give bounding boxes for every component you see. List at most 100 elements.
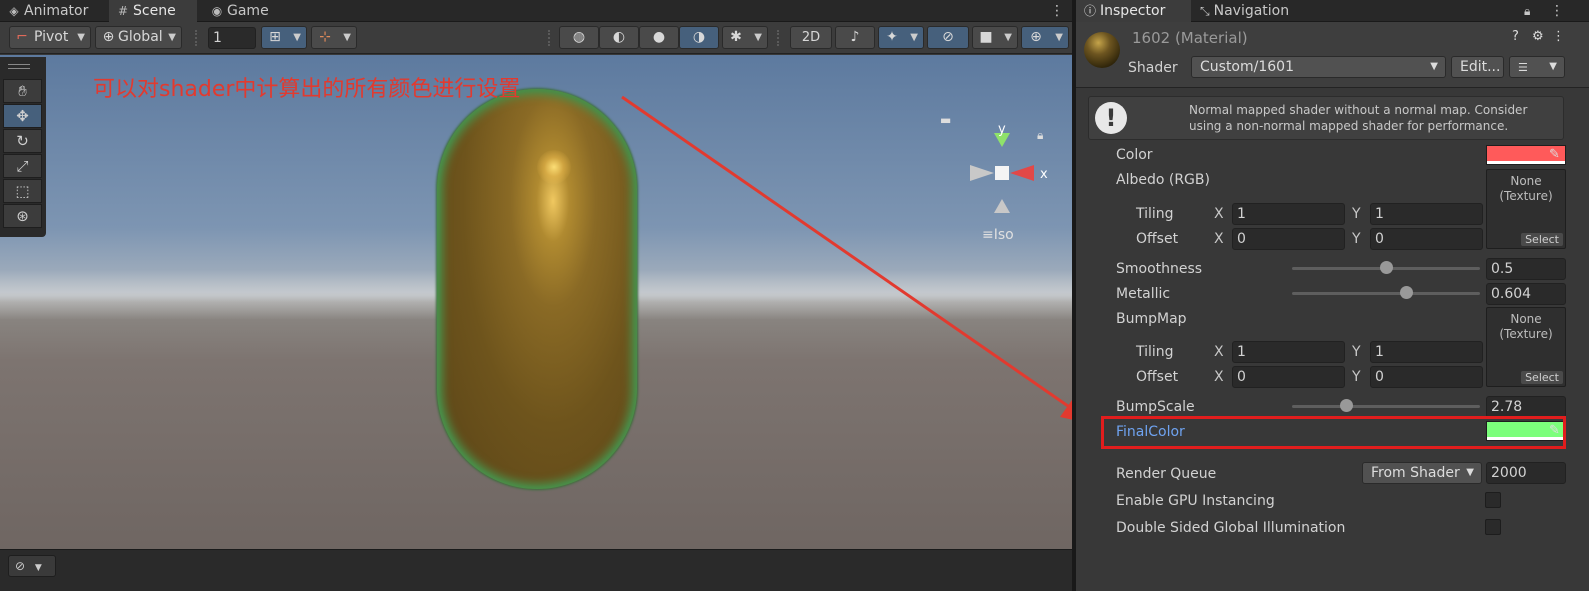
capsule-object[interactable]	[437, 89, 637, 489]
render-queue-field[interactable]: 2000	[1486, 462, 1566, 484]
bumpmap-select-button[interactable]: Select	[1521, 371, 1563, 384]
move-tool[interactable]: ✥	[3, 104, 42, 128]
help-icon[interactable]: ?	[1512, 29, 1519, 44]
audio-mute-toggle[interactable]: ♪	[835, 26, 875, 49]
scale-tool[interactable]: ⤢	[3, 154, 42, 178]
camera-dropdown[interactable]: ■ ▼	[972, 26, 1018, 49]
transform-tool[interactable]: ⊛	[3, 204, 42, 228]
bumpmap-texture-slot[interactable]: None (Texture) Select	[1486, 307, 1566, 387]
metallic-slider[interactable]	[1292, 292, 1480, 295]
albedo-texture-slot[interactable]: None (Texture) Select	[1486, 169, 1566, 249]
grid-snap-toggle[interactable]: ⊞ ▼	[261, 26, 307, 49]
axis-x-label: X	[1214, 344, 1224, 360]
pivot-icon: ⌐	[16, 29, 28, 45]
rect-tool[interactable]: ⬚	[3, 179, 42, 203]
debug-draw-mode[interactable]: ✱ ▼	[722, 26, 768, 49]
bump-offset-y-field[interactable]: 0	[1370, 366, 1483, 388]
drag-handle[interactable]	[8, 64, 30, 69]
more-icon[interactable]: ⋮	[1552, 29, 1565, 44]
chevron-down-icon: ▼	[343, 32, 351, 43]
rotate-tool[interactable]: ↻	[3, 129, 42, 153]
eyedropper-icon[interactable]: ✎	[1549, 147, 1560, 162]
overlay-menu-icon[interactable]: ▬	[940, 113, 951, 127]
wireframe-shading-button[interactable]: ◍	[559, 26, 599, 49]
bumpscale-slider[interactable]	[1292, 405, 1480, 408]
rect-icon: ⬚	[15, 182, 30, 200]
tab-scene[interactable]: # Scene	[109, 0, 197, 22]
gizmos-dropdown[interactable]: ⊕ ▼	[1021, 26, 1069, 49]
shader-dropdown[interactable]: Custom/1601 ▼	[1191, 56, 1446, 78]
albedo-select-button[interactable]: Select	[1521, 233, 1563, 246]
scene-bottom-bar: ⊘ ▼	[0, 549, 1072, 591]
color-label: Color	[1116, 147, 1153, 163]
double-sided-gi-checkbox[interactable]	[1485, 519, 1501, 535]
albedo-tiling-y-field[interactable]: 1	[1370, 203, 1483, 225]
lit-toggle[interactable]: ◑	[679, 26, 719, 49]
chevron-down-icon: ▼	[1549, 61, 1557, 72]
gizmo-x-cone[interactable]	[1010, 165, 1034, 181]
axis-y-label: Y	[1352, 231, 1361, 247]
gizmo-center-cube[interactable]	[995, 166, 1009, 180]
toolbar-separator	[777, 30, 779, 46]
increment-snap-toggle[interactable]: ⊹ ▼	[311, 26, 357, 49]
effects-dropdown[interactable]: ✦ ▼	[878, 26, 924, 49]
gizmo-neg-x-cone[interactable]	[970, 165, 994, 181]
projection-toggle[interactable]: ≡Iso	[982, 227, 1014, 243]
bump-tiling-x-field[interactable]: 1	[1232, 341, 1345, 363]
bumpscale-slider-thumb[interactable]	[1340, 399, 1353, 412]
global-dropdown[interactable]: ⊕ Global ▼	[95, 26, 182, 49]
move-icon: ✥	[16, 107, 29, 125]
2d-toggle[interactable]: 2D	[790, 26, 832, 49]
bumpmap-label: BumpMap	[1116, 311, 1187, 327]
albedo-tiling-x-field[interactable]: 1	[1232, 203, 1345, 225]
visibility-toggle[interactable]: ⊘	[927, 26, 969, 49]
orientation-dropdown[interactable]: ⊘ ▼	[8, 555, 56, 577]
mute-icon: ♪	[850, 29, 860, 45]
globe-icon: ⊕	[102, 29, 115, 45]
bumpscale-field[interactable]: 2.78	[1486, 396, 1566, 418]
tab-animator[interactable]: ◈ Animator	[0, 0, 108, 22]
inspector-more-icon[interactable]: ⋮	[1550, 1, 1564, 21]
inspector-lock-icon[interactable]: 🔒︎	[1524, 1, 1530, 21]
scene-more-icon[interactable]: ⋮	[1050, 1, 1064, 21]
scene-viewport[interactable]: 可以对shader中计算出的所有颜色进行设置 ▬ 🔒︎ y x ≡Iso	[0, 55, 1072, 549]
edit-shader-button[interactable]: Edit...	[1451, 56, 1504, 78]
shader-value: Custom/1601	[1200, 59, 1294, 75]
navigation-icon: ⤡	[1200, 4, 1210, 18]
grid-size-field[interactable]: 1	[208, 27, 256, 49]
bump-offset-x-field[interactable]: 0	[1232, 366, 1345, 388]
inspector-tab-bar: ⓘ Inspector ⤡ Navigation 🔒︎ ⋮	[1076, 0, 1589, 22]
smoothness-field[interactable]: 0.5	[1486, 258, 1566, 280]
smoothness-slider-thumb[interactable]	[1380, 261, 1393, 274]
info-icon: ⓘ	[1084, 4, 1097, 18]
warning-icon: !	[1095, 102, 1127, 134]
axis-x-label: X	[1214, 231, 1224, 247]
material-options-dropdown[interactable]: ☰ ▼	[1509, 56, 1565, 78]
settings-icon[interactable]: ⚙	[1532, 29, 1544, 44]
bump-tiling-y-field[interactable]: 1	[1370, 341, 1483, 363]
scene-toolbar: ⌐ Pivot ▼ ⊕ Global ▼ 1 ⊞ ▼ ⊹ ▼ ◍ ◐ ● ◑ ✱…	[0, 22, 1072, 54]
metallic-field[interactable]: 0.604	[1486, 283, 1566, 305]
hand-icon: ✋︎	[18, 82, 27, 100]
specular-highlight	[537, 150, 571, 184]
albedo-offset-y-field[interactable]: 0	[1370, 228, 1483, 250]
tab-navigation[interactable]: ⤡ Navigation	[1200, 0, 1320, 22]
render-queue-dropdown[interactable]: From Shader ▼	[1362, 462, 1482, 484]
chevron-down-icon: ▼	[34, 563, 42, 573]
tools-overlay: ✋︎ ✥ ↻ ⤢ ⬚ ⊛	[0, 57, 46, 237]
metallic-slider-thumb[interactable]	[1399, 286, 1413, 299]
shader-label: Shader	[1128, 60, 1178, 76]
shaded-wireframe-button[interactable]: ◐	[599, 26, 639, 49]
wireframe-sphere-icon: ◍	[572, 29, 586, 45]
axis-x-label: X	[1214, 206, 1224, 222]
gizmo-neg-y-cone[interactable]	[994, 199, 1010, 213]
orientation-gizmo[interactable]: y x	[962, 125, 1052, 225]
gamepad-icon: ◉	[211, 4, 223, 18]
animator-icon: ◈	[9, 4, 19, 18]
albedo-offset-x-field[interactable]: 0	[1232, 228, 1345, 250]
tab-inspector[interactable]: ⓘ Inspector	[1076, 0, 1191, 22]
gpu-instancing-checkbox[interactable]	[1485, 492, 1501, 508]
tab-game[interactable]: ◉ Game	[203, 0, 283, 22]
shaded-button[interactable]: ●	[639, 26, 679, 49]
hand-tool[interactable]: ✋︎	[3, 79, 42, 103]
